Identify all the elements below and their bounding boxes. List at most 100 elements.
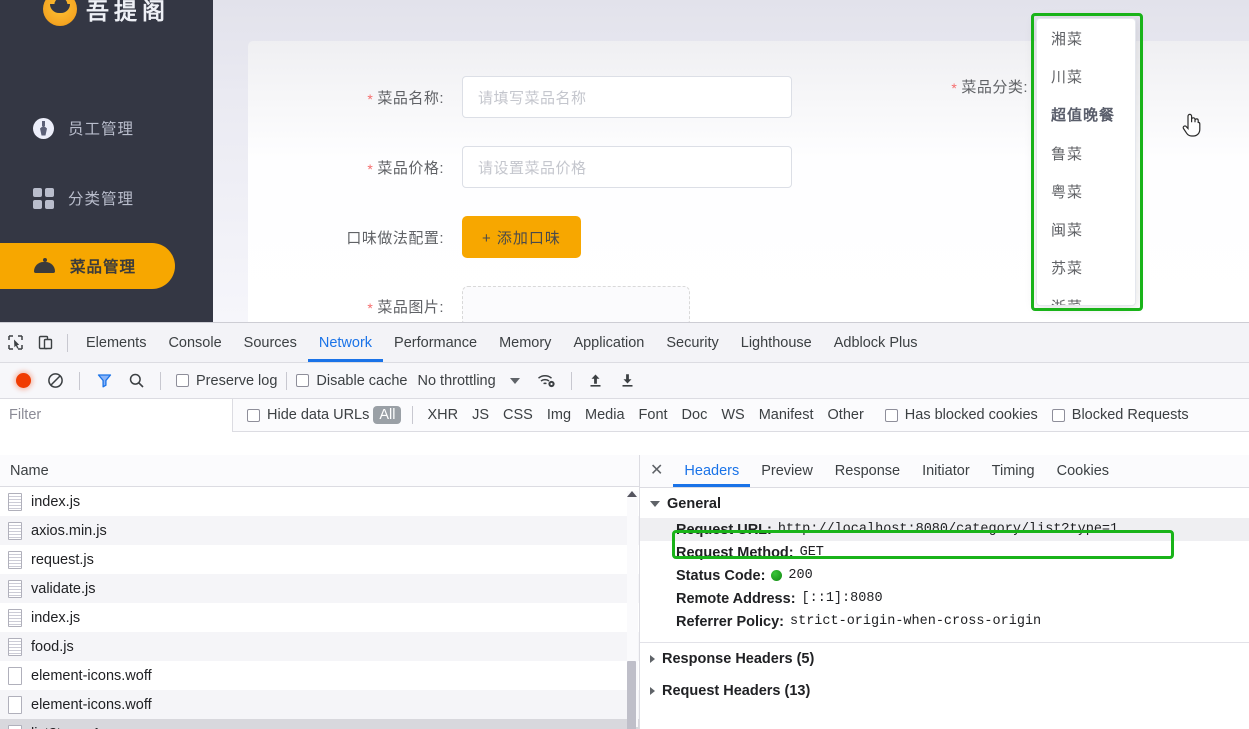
logo-text: 吾提阁 [86, 0, 170, 24]
dish-name-input[interactable]: 请填写菜品名称 [462, 76, 792, 118]
filter-type-ws[interactable]: WS [714, 407, 751, 423]
detail-key: Request Method: [676, 544, 794, 561]
filter-type-other[interactable]: Other [821, 407, 871, 423]
table-row[interactable]: axios.min.js [0, 516, 639, 545]
requests-scrollbar[interactable] [627, 491, 638, 729]
requests-list[interactable]: index.js axios.min.js request.js validat… [0, 487, 639, 729]
tab-timing[interactable]: Timing [981, 455, 1046, 487]
dish-price-input[interactable]: 请设置菜品价格 [462, 146, 792, 188]
tab-network[interactable]: Network [308, 323, 383, 362]
section-general[interactable]: General [640, 488, 1249, 518]
script-icon [8, 608, 22, 627]
dropdown-option[interactable]: 浙菜 [1037, 287, 1135, 305]
logo-bowl-icon [43, 0, 77, 26]
table-row[interactable]: index.js [0, 487, 639, 516]
export-har-icon[interactable] [613, 366, 643, 396]
detail-request-method: Request Method: GET [640, 541, 1249, 564]
request-name: list?type=1 [31, 726, 101, 729]
tab-preview[interactable]: Preview [750, 455, 824, 487]
disable-cache-checkbox[interactable]: Disable cache [296, 373, 407, 389]
scroll-up-arrow-icon[interactable] [627, 491, 637, 497]
blocked-requests-checkbox[interactable]: Blocked Requests [1051, 407, 1189, 423]
network-conditions-icon[interactable] [532, 366, 562, 396]
app-logo: 吾提阁 [0, 0, 213, 32]
throttling-select[interactable]: No throttling [417, 373, 495, 389]
sidebar-item-employee[interactable]: 员工管理 [0, 105, 175, 151]
detail-value: http://localhost:8080/category/list?type… [777, 522, 1119, 537]
tab-response[interactable]: Response [824, 455, 911, 487]
toggle-device-toolbar-icon[interactable] [30, 328, 60, 358]
filter-input[interactable] [0, 398, 233, 432]
section-response-headers[interactable]: Response Headers (5) [640, 643, 1249, 673]
filter-funnel-icon[interactable] [89, 366, 119, 396]
search-icon[interactable] [121, 366, 151, 396]
field-label: * 菜品价格: [367, 159, 444, 177]
preserve-log-checkbox[interactable]: Preserve log [176, 373, 277, 389]
record-button[interactable] [8, 366, 38, 396]
chevron-right-icon [650, 655, 655, 663]
tab-cookies[interactable]: Cookies [1046, 455, 1120, 487]
scrollbar-thumb[interactable] [627, 661, 636, 729]
table-row[interactable]: index.js [0, 603, 639, 632]
dropdown-option[interactable]: 苏菜 [1037, 249, 1135, 287]
dropdown-option[interactable]: 闽菜 [1037, 210, 1135, 248]
filter-type-js[interactable]: JS [465, 407, 496, 423]
filter-type-xhr[interactable]: XHR [420, 407, 465, 423]
filter-type-css[interactable]: CSS [496, 407, 540, 423]
tab-initiator[interactable]: Initiator [911, 455, 981, 487]
dropdown-option[interactable]: 川菜 [1037, 57, 1135, 95]
tab-memory[interactable]: Memory [488, 323, 562, 362]
table-row[interactable]: validate.js [0, 574, 639, 603]
has-blocked-cookies-checkbox[interactable]: Has blocked cookies [884, 407, 1038, 423]
category-dropdown-list[interactable]: 湘菜 川菜 超值晚餐 鲁菜 粤菜 闽菜 苏菜 浙菜 [1036, 18, 1136, 306]
toolbar-separator [160, 371, 161, 390]
field-dish-category: * 菜品分类: [928, 76, 1028, 97]
table-row[interactable]: food.js [0, 632, 639, 661]
network-toolbar: Preserve log Disable cache No throttling [0, 363, 1249, 399]
section-title-label: Request Headers (13) [662, 683, 811, 699]
add-flavor-button[interactable]: + 添加口味 [462, 216, 581, 258]
filter-type-manifest[interactable]: Manifest [752, 407, 821, 423]
tab-console[interactable]: Console [157, 323, 232, 362]
requests-column-header[interactable]: Name [0, 455, 639, 487]
hide-data-urls-checkbox[interactable]: Hide data URLs [247, 407, 369, 423]
filter-type-doc[interactable]: Doc [675, 407, 715, 423]
filter-type-all[interactable]: All [373, 406, 402, 424]
detail-key: Remote Address: [676, 590, 796, 607]
devtools-panel: Elements Console Sources Network Perform… [0, 322, 1249, 729]
import-har-icon[interactable] [581, 366, 611, 396]
filter-type-font[interactable]: Font [632, 407, 675, 423]
clear-button[interactable] [40, 366, 70, 396]
dropdown-option[interactable]: 湘菜 [1037, 19, 1135, 57]
tab-lighthouse[interactable]: Lighthouse [730, 323, 823, 362]
tab-adblock-plus[interactable]: Adblock Plus [823, 323, 929, 362]
tab-application[interactable]: Application [562, 323, 655, 362]
dropdown-option[interactable]: 鲁菜 [1037, 134, 1135, 172]
section-request-headers[interactable]: Request Headers (13) [640, 673, 1249, 705]
dropdown-option-selected[interactable]: 超值晚餐 [1037, 96, 1135, 134]
checkbox-box [1051, 408, 1065, 422]
table-row[interactable]: element-icons.woff [0, 690, 639, 719]
filter-type-media[interactable]: Media [578, 407, 632, 423]
dropdown-option[interactable]: 粤菜 [1037, 172, 1135, 210]
inspect-element-icon[interactable] [0, 328, 30, 358]
sidebar-item-dish[interactable]: 菜品管理 [0, 243, 175, 289]
table-row[interactable]: element-icons.woff [0, 661, 639, 690]
chevron-down-icon[interactable] [509, 377, 520, 384]
tab-performance[interactable]: Performance [383, 323, 488, 362]
checkbox-label: Disable cache [316, 372, 408, 389]
tab-security[interactable]: Security [655, 323, 729, 362]
request-name: request.js [31, 551, 94, 568]
table-row-selected[interactable]: list?type=1 [0, 719, 639, 729]
close-icon[interactable]: ✕ [648, 463, 673, 479]
filter-type-img[interactable]: Img [540, 407, 578, 423]
tab-sources[interactable]: Sources [233, 323, 308, 362]
sidebar-item-category[interactable]: 分类管理 [0, 175, 175, 221]
tab-headers[interactable]: Headers [673, 455, 750, 487]
table-row[interactable]: request.js [0, 545, 639, 574]
detail-value: [::1]:8080 [801, 591, 883, 606]
dish-image-upload-dropzone[interactable] [462, 286, 690, 322]
tab-elements[interactable]: Elements [75, 323, 157, 362]
checkbox-box [176, 374, 189, 387]
request-name: food.js [31, 638, 74, 655]
